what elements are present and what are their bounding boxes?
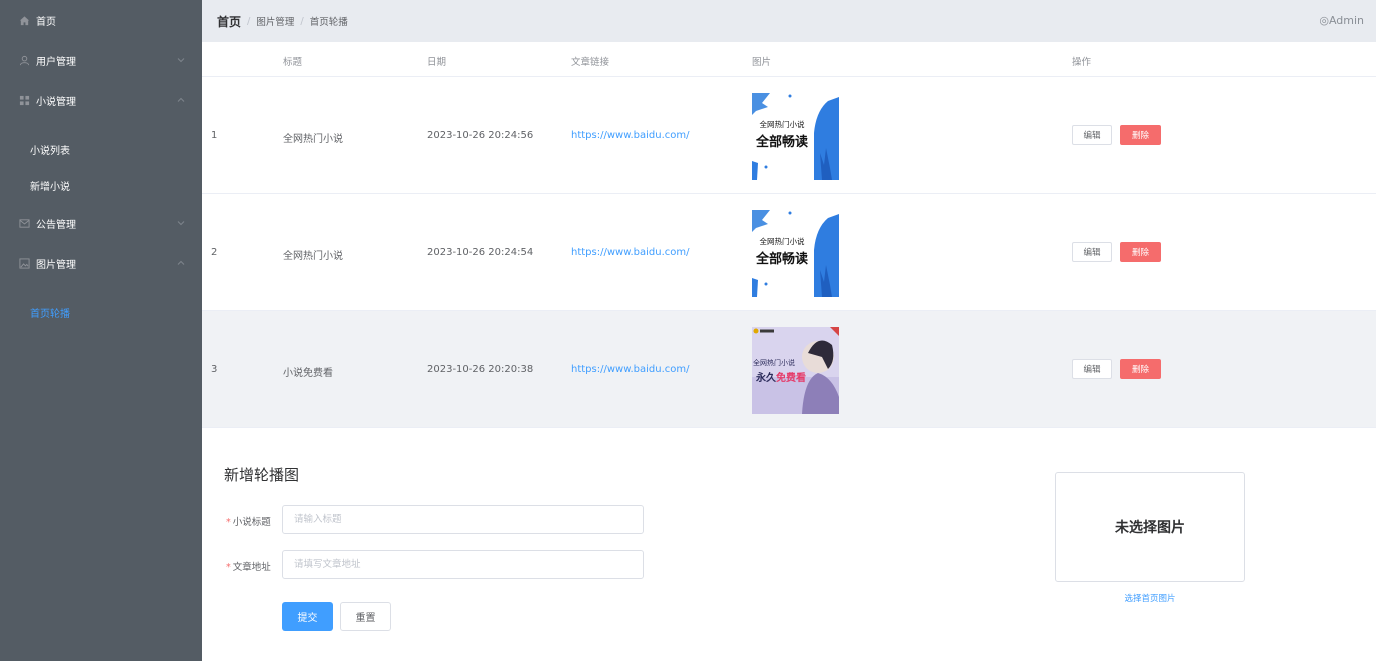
svg-text:全网热门小说: 全网热门小说 xyxy=(760,236,805,246)
sidebar-item-home[interactable]: 首页 xyxy=(0,0,202,40)
sidebar-item-label: 首页 xyxy=(36,16,56,28)
row-date: 2023-10-26 20:24:54 xyxy=(427,247,534,258)
table-header: 标题 日期 文章链接 图片 操作 xyxy=(202,42,1376,77)
form-label-title: * 小说标题 xyxy=(226,517,271,528)
breadcrumb-separator: / xyxy=(300,15,304,27)
row-title: 全网热门小说 xyxy=(283,134,343,145)
submit-button[interactable]: 提交 xyxy=(282,602,333,631)
row-index: 1 xyxy=(211,130,218,141)
sidebar-item-label: 新增小说 xyxy=(30,181,70,193)
chevron-up-icon xyxy=(176,95,186,105)
row-date: 2023-10-26 20:24:56 xyxy=(427,130,534,141)
svg-text:全部畅读: 全部畅读 xyxy=(755,251,808,267)
row-title: 小说免费看 xyxy=(283,368,333,379)
carousel-thumbnail: 全网热门小说 全部畅读 xyxy=(752,210,839,297)
carousel-thumbnail: 全网热门小说 永久免费看 xyxy=(752,327,839,414)
breadcrumb-home[interactable]: 首页 xyxy=(217,13,241,30)
table-row: 3 小说免费看 2023-10-26 20:20:38 https://www.… xyxy=(202,311,1376,428)
row-link[interactable]: https://www.baidu.com/ xyxy=(571,130,690,141)
breadcrumb-image-management: 图片管理 xyxy=(256,17,295,28)
column-header-image: 图片 xyxy=(752,57,772,68)
svg-text:全部畅读: 全部畅读 xyxy=(755,134,808,150)
select-image-link[interactable]: 选择首页图片 xyxy=(1055,592,1245,604)
url-input[interactable] xyxy=(282,550,644,579)
sidebar-item-label: 图片管理 xyxy=(36,259,76,271)
chevron-down-icon xyxy=(176,218,186,228)
carousel-thumbnail: 全网热门小说 全部畅读 xyxy=(752,93,839,180)
sidebar-item-label: 首页轮播 xyxy=(30,308,70,320)
column-header-title: 标题 xyxy=(283,57,303,68)
required-mark: * xyxy=(226,562,231,573)
row-index: 3 xyxy=(211,364,218,375)
sidebar-item-home-carousel[interactable]: 首页轮播 xyxy=(0,294,202,330)
grid-icon xyxy=(18,94,30,106)
user-icon xyxy=(18,54,30,66)
user-menu[interactable]: ◎Admin xyxy=(1319,14,1364,27)
chevron-up-icon xyxy=(176,258,186,268)
delete-button[interactable]: 删除 xyxy=(1120,125,1161,145)
message-icon xyxy=(18,217,30,229)
column-header-actions: 操作 xyxy=(1072,57,1092,68)
edit-button[interactable]: 编辑 xyxy=(1072,242,1112,262)
chevron-down-icon xyxy=(176,55,186,65)
sidebar-item-image-management[interactable]: 图片管理 xyxy=(0,243,202,283)
form-label-url: * 文章地址 xyxy=(226,562,271,573)
sidebar-item-label: 小说列表 xyxy=(30,145,70,157)
row-date: 2023-10-26 20:20:38 xyxy=(427,364,534,375)
delete-button[interactable]: 删除 xyxy=(1120,359,1161,379)
column-header-date: 日期 xyxy=(427,57,447,68)
form-title: 新增轮播图 xyxy=(224,466,300,484)
svg-text:全网热门小说: 全网热门小说 xyxy=(753,358,795,367)
sidebar-item-novel-add[interactable]: 新增小说 xyxy=(0,167,202,203)
svg-text:永久免费看: 永久免费看 xyxy=(755,371,806,384)
sidebar-item-label: 公告管理 xyxy=(36,219,76,231)
title-input[interactable] xyxy=(282,505,644,534)
svg-text:全网热门小说: 全网热门小说 xyxy=(760,119,805,129)
row-index: 2 xyxy=(211,247,218,258)
reset-button[interactable]: 重置 xyxy=(340,602,391,631)
sidebar-item-label: 用户管理 xyxy=(36,56,76,68)
table-row: 2 全网热门小说 2023-10-26 20:24:54 https://www… xyxy=(202,194,1376,311)
sidebar-item-notice-management[interactable]: 公告管理 xyxy=(0,203,202,243)
required-mark: * xyxy=(226,517,231,528)
edit-button[interactable]: 编辑 xyxy=(1072,125,1112,145)
top-bar: 首页 / 图片管理 / 首页轮播 ◎Admin xyxy=(202,0,1376,42)
carousel-table: 标题 日期 文章链接 图片 操作 1 全网热门小说 2023-10-26 20:… xyxy=(202,42,1376,428)
breadcrumb-home-carousel: 首页轮播 xyxy=(309,17,348,28)
sidebar-item-novel-list[interactable]: 小说列表 xyxy=(0,131,202,167)
sidebar-item-user-management[interactable]: 用户管理 xyxy=(0,40,202,80)
row-link[interactable]: https://www.baidu.com/ xyxy=(571,247,690,258)
table-row: 1 全网热门小说 2023-10-26 20:24:56 https://www… xyxy=(202,77,1376,194)
breadcrumb: 首页 / 图片管理 / 首页轮播 xyxy=(217,13,348,30)
edit-button[interactable]: 编辑 xyxy=(1072,359,1112,379)
row-link[interactable]: https://www.baidu.com/ xyxy=(571,364,690,375)
delete-button[interactable]: 删除 xyxy=(1120,242,1161,262)
home-icon xyxy=(18,14,30,26)
row-title: 全网热门小说 xyxy=(283,251,343,262)
sidebar: 首页 用户管理 小说管理 小说列表 新增小说 公告管理 图片管理 首页轮播 xyxy=(0,0,202,661)
sidebar-item-label: 小说管理 xyxy=(36,96,76,108)
breadcrumb-separator: / xyxy=(247,15,251,27)
picture-icon xyxy=(18,257,30,269)
image-upload-preview[interactable]: 未选择图片 xyxy=(1055,472,1245,582)
sidebar-item-novel-management[interactable]: 小说管理 xyxy=(0,80,202,120)
column-header-link: 文章链接 xyxy=(571,57,610,68)
